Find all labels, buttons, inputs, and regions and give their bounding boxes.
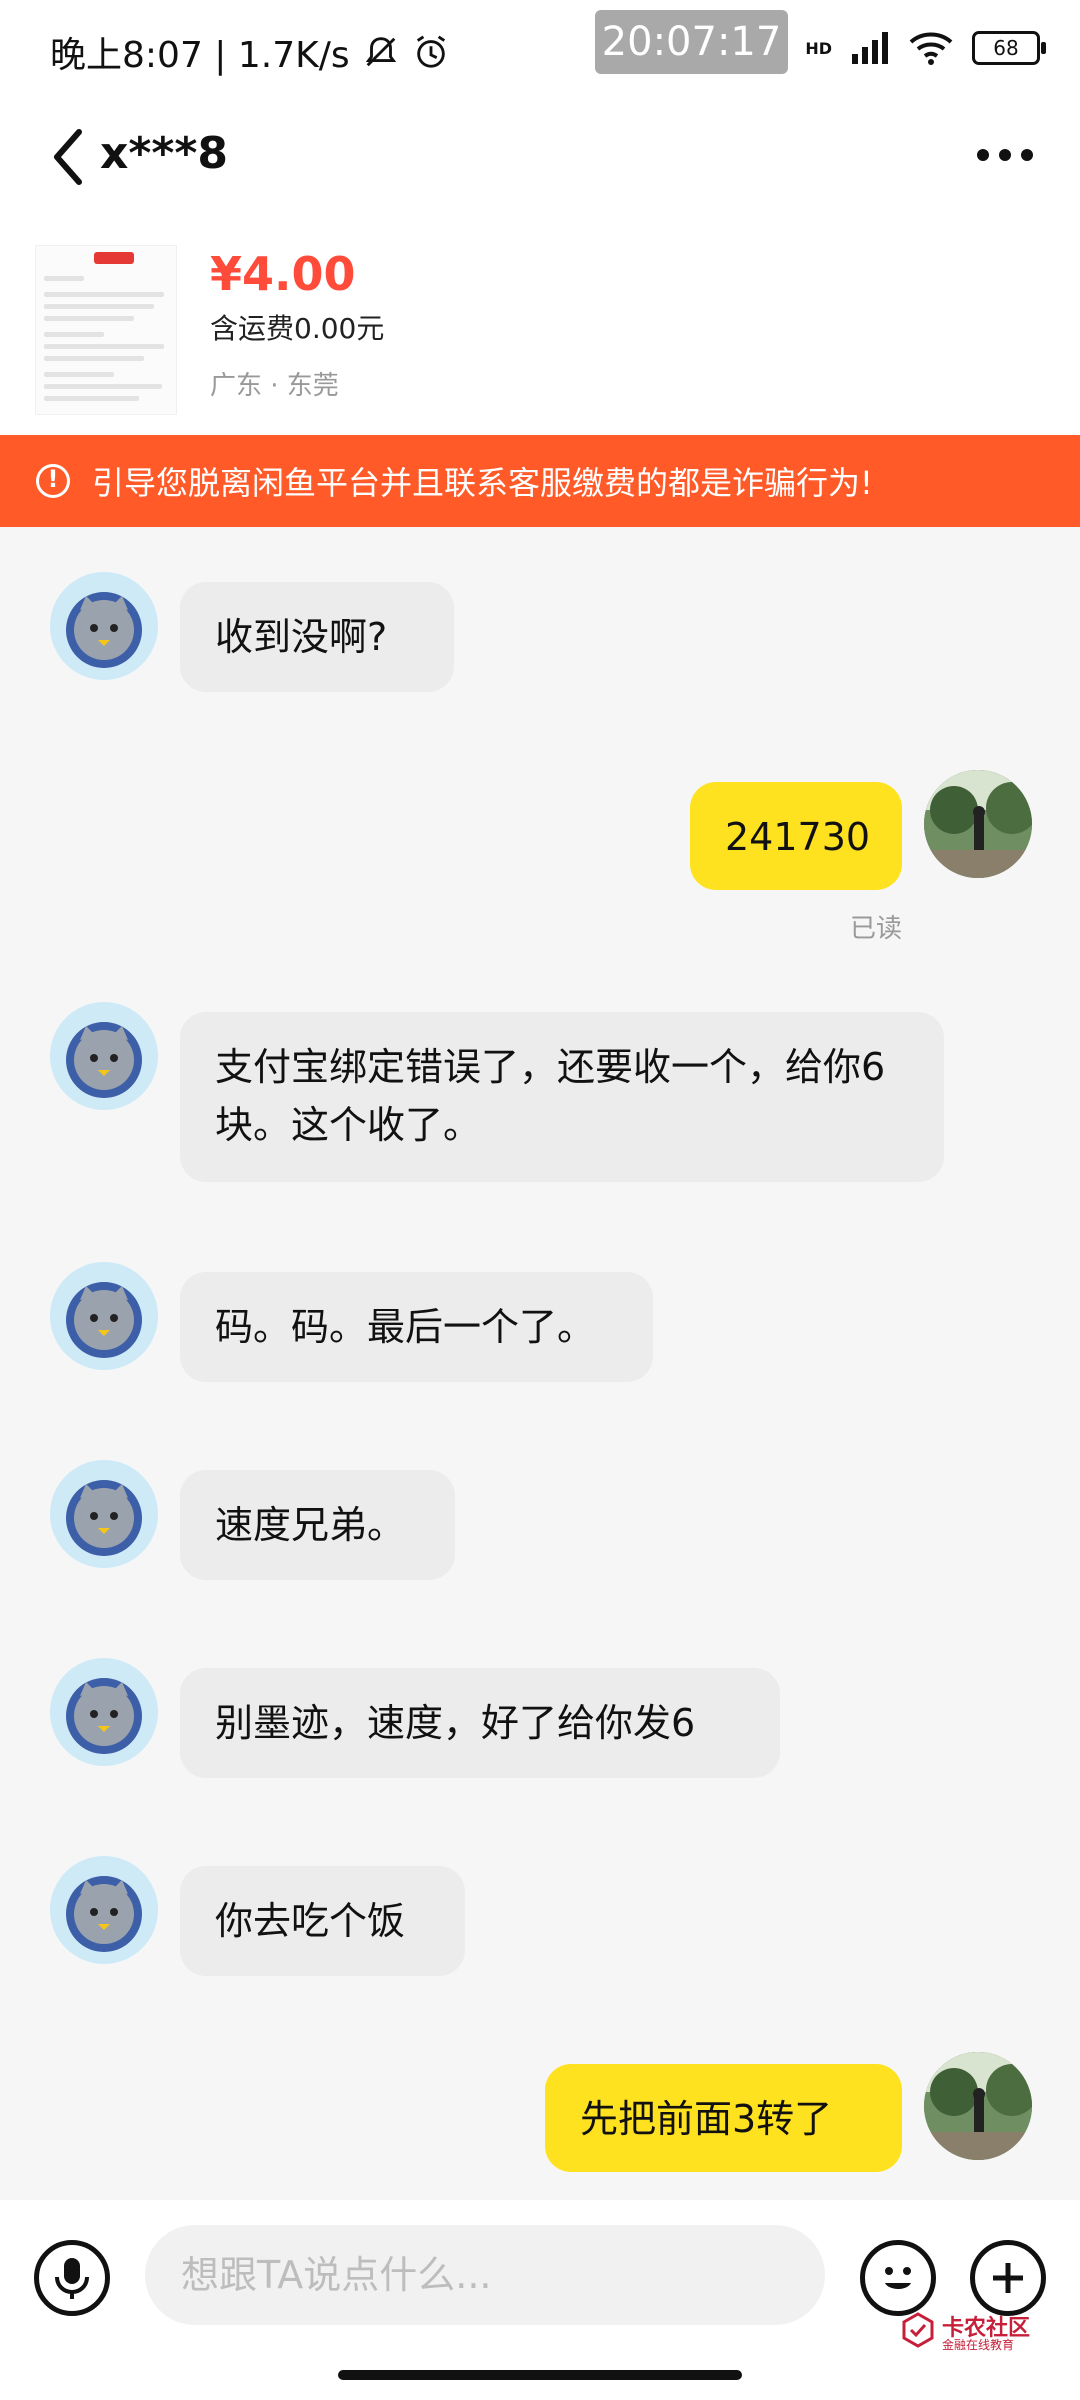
- message-text: 先把前面3转了: [580, 2097, 833, 2141]
- voice-input-button[interactable]: [34, 2240, 110, 2316]
- message-text: 码。码。最后一个了。: [215, 1305, 596, 1349]
- product-shipping: 含运费0.00元: [210, 312, 385, 345]
- contact-avatar[interactable]: [50, 1262, 158, 1370]
- message-bubble-incoming[interactable]: 码。码。最后一个了。: [180, 1272, 653, 1382]
- contact-avatar[interactable]: [50, 1002, 158, 1110]
- message-text: 241730: [725, 815, 871, 859]
- cat-avatar-icon: [50, 1658, 158, 1766]
- mute-bell-icon: [365, 37, 396, 67]
- signal-icon: [852, 32, 888, 64]
- warning-text: 引导您脱离闲鱼平台并且联系客服缴费的都是诈骗行为!: [92, 464, 873, 502]
- contact-avatar[interactable]: [50, 1658, 158, 1766]
- user-photo-icon: [924, 770, 1032, 878]
- hd-label: HD: [805, 38, 832, 58]
- chat-title[interactable]: x***8: [100, 128, 228, 179]
- cat-avatar-icon: [50, 1262, 158, 1370]
- message-bubble-outgoing[interactable]: 241730: [690, 782, 902, 890]
- contact-avatar[interactable]: [50, 572, 158, 680]
- watermark-logo: 卡农社区 金融在线教育: [900, 2310, 1060, 2354]
- product-thumbnail[interactable]: [35, 245, 177, 415]
- watermark-icon: [902, 2312, 934, 2348]
- status-left: 晚上8:07 | 1.7K/s: [50, 26, 450, 78]
- plus-icon: [993, 2263, 1023, 2293]
- message-bubble-incoming[interactable]: 支付宝绑定错误了，还要收一个，给你6块。这个收了。: [180, 1012, 944, 1182]
- thumbnail-tag: [94, 252, 134, 264]
- product-location: 广东 · 东莞: [210, 371, 339, 401]
- back-arrow-icon[interactable]: [45, 122, 93, 192]
- user-photo-icon: [924, 2052, 1032, 2160]
- message-bubble-incoming[interactable]: 你去吃个饭: [180, 1866, 465, 1976]
- message-input[interactable]: [145, 2225, 825, 2325]
- message-text: 别墨迹，速度，好了给你发6: [215, 1701, 696, 1745]
- more-options-icon[interactable]: [970, 130, 1040, 180]
- contact-avatar[interactable]: [50, 1856, 158, 1964]
- emoji-icon: [885, 2267, 911, 2289]
- cat-avatar-icon: [50, 1856, 158, 1964]
- emoji-button[interactable]: [860, 2240, 936, 2316]
- read-receipt: 已读: [850, 914, 903, 944]
- warning-icon: [36, 464, 70, 498]
- watermark-subtitle: 金融在线教育: [942, 2338, 1015, 2352]
- status-right: HD 68: [805, 30, 1046, 66]
- home-indicator[interactable]: [338, 2370, 742, 2380]
- microphone-icon: [55, 2258, 89, 2299]
- message-text: 支付宝绑定错误了，还要收一个，给你6块。这个收了。: [215, 1045, 886, 1147]
- screen-time-pill: 20:07:17: [595, 10, 788, 74]
- message-text: 你去吃个饭: [215, 1899, 406, 1943]
- chat-header: x***8: [0, 100, 1080, 215]
- message-text: 速度兄弟。: [215, 1503, 406, 1547]
- wifi-icon: [909, 32, 953, 65]
- battery-indicator: 68: [972, 31, 1046, 65]
- message-bubble-outgoing[interactable]: 先把前面3转了: [545, 2064, 902, 2172]
- status-text: 晚上8:07 | 1.7K/s: [50, 35, 350, 76]
- message-bubble-incoming[interactable]: 速度兄弟。: [180, 1470, 455, 1580]
- cat-avatar-icon: [50, 572, 158, 680]
- contact-avatar[interactable]: [50, 1460, 158, 1568]
- product-card[interactable]: ¥4.00 含运费0.00元 广东 · 东莞: [0, 215, 1080, 435]
- message-bubble-incoming[interactable]: 别墨迹，速度，好了给你发6: [180, 1668, 780, 1778]
- cat-avatar-icon: [50, 1460, 158, 1568]
- user-avatar[interactable]: [924, 770, 1032, 878]
- status-bar: 晚上8:07 | 1.7K/s 20:07:17 HD 68: [0, 0, 1080, 100]
- message-text: 收到没啊?: [215, 615, 388, 659]
- product-price: ¥4.00: [210, 247, 356, 301]
- cat-avatar-icon: [50, 1002, 158, 1110]
- alarm-icon: [416, 35, 445, 68]
- more-actions-button[interactable]: [970, 2240, 1046, 2316]
- user-avatar[interactable]: [924, 2052, 1032, 2160]
- fraud-warning-banner[interactable]: 引导您脱离闲鱼平台并且联系客服缴费的都是诈骗行为!: [0, 435, 1080, 527]
- message-bubble-incoming[interactable]: 收到没啊?: [180, 582, 454, 692]
